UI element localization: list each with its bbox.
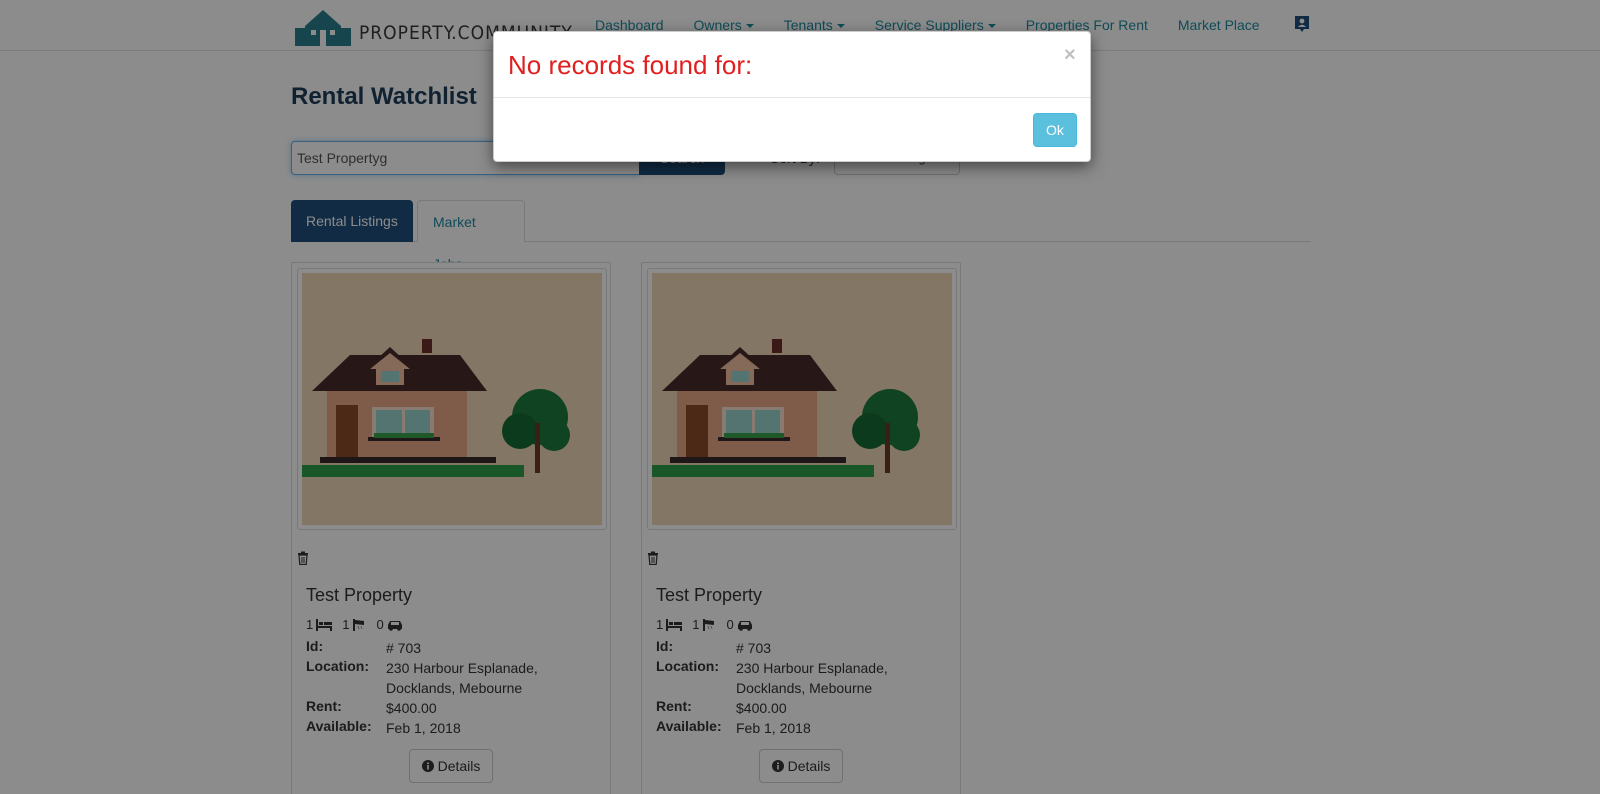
ok-button-label: Ok: [1046, 122, 1064, 138]
close-icon[interactable]: ×: [1064, 44, 1076, 67]
ok-button[interactable]: Ok: [1033, 113, 1077, 147]
no-records-modal: No records found for: × Ok: [493, 31, 1091, 162]
modal-header: No records found for: ×: [494, 32, 1090, 98]
modal-title: No records found for:: [508, 50, 753, 80]
